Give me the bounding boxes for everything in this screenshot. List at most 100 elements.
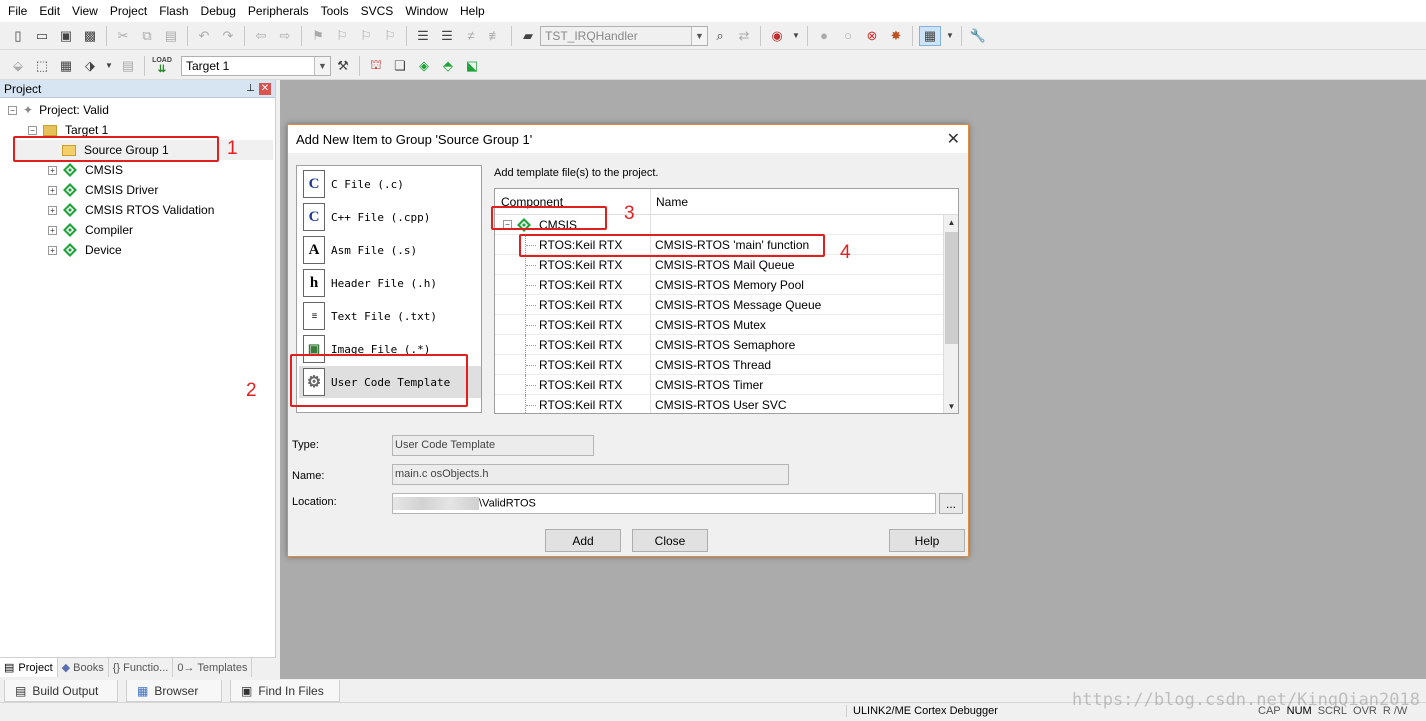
collapse-icon[interactable]: − bbox=[28, 125, 37, 135]
breakpoint-kill-all-icon[interactable]: ✸ bbox=[886, 26, 906, 46]
open-file-icon[interactable]: ▭ bbox=[32, 26, 52, 46]
rebuild-icon[interactable]: ▦ bbox=[56, 56, 76, 76]
menu-help[interactable]: Help bbox=[456, 0, 493, 22]
scroll-thumb[interactable] bbox=[945, 232, 958, 344]
add-button[interactable]: Add bbox=[545, 529, 621, 552]
menu-tools[interactable]: Tools bbox=[317, 0, 357, 22]
tab-project[interactable]: ▤ Project bbox=[0, 658, 58, 677]
expand-icon[interactable]: + bbox=[48, 205, 57, 215]
pin-icon[interactable]: ⊥ bbox=[246, 83, 255, 94]
save-all-icon[interactable]: ▩ bbox=[80, 26, 100, 46]
breakpoint-insert-icon[interactable]: ● bbox=[814, 26, 834, 46]
close-icon[interactable]: ✕ bbox=[947, 129, 960, 149]
menu-window[interactable]: Window bbox=[401, 0, 456, 22]
bookmark-next-icon[interactable]: ⚐ bbox=[356, 26, 376, 46]
menu-flash[interactable]: Flash bbox=[155, 0, 196, 22]
chevron-down-icon[interactable]: ▼ bbox=[945, 26, 955, 46]
expand-icon[interactable]: + bbox=[48, 185, 57, 195]
manage-project-items-icon[interactable]: ⛫ bbox=[366, 56, 386, 76]
target-combo[interactable]: Target 1 ▼ bbox=[181, 55, 331, 76]
tree-component-device[interactable]: + Device bbox=[48, 240, 122, 260]
translate-icon[interactable]: ⬙ bbox=[8, 56, 28, 76]
file-type-text[interactable]: ≡ Text File (.txt) bbox=[303, 300, 475, 332]
menu-project[interactable]: Project bbox=[106, 0, 155, 22]
table-row[interactable]: RTOS:Keil RTX CMSIS-RTOS Mail Queue bbox=[495, 255, 943, 275]
file-type-asm[interactable]: A Asm File (.s) bbox=[303, 234, 475, 266]
indent-icon[interactable]: ☰ bbox=[413, 26, 433, 46]
pack-installer-icon[interactable]: ⬘ bbox=[438, 56, 458, 76]
replace-icon[interactable]: ⇄ bbox=[734, 26, 754, 46]
find-in-files-icon[interactable]: ▰ bbox=[518, 26, 538, 46]
file-type-c[interactable]: C C File (.c) bbox=[303, 168, 475, 200]
debug-session-icon[interactable]: ◉ bbox=[767, 26, 787, 46]
find-icon[interactable]: ⌕ bbox=[710, 26, 730, 46]
name-field[interactable]: main.c osObjects.h bbox=[392, 464, 789, 485]
tab-books[interactable]: ◆ Books bbox=[58, 658, 109, 677]
find-combo[interactable]: TST_IRQHandler ▼ bbox=[540, 25, 708, 46]
table-row[interactable]: RTOS:Keil RTX CMSIS-RTOS User SVC bbox=[495, 395, 943, 413]
close-icon[interactable]: ✕ bbox=[259, 82, 271, 95]
collapse-icon[interactable]: − bbox=[8, 105, 17, 115]
redo-icon[interactable]: ↷ bbox=[218, 26, 238, 46]
tree-project-root[interactable]: − ✦ Project: Valid bbox=[8, 100, 109, 120]
navigate-back-icon[interactable]: ⇦ bbox=[251, 26, 271, 46]
scroll-up-icon[interactable]: ▲ bbox=[944, 215, 958, 230]
file-type-header[interactable]: h Header File (.h) bbox=[303, 267, 475, 299]
tab-browser[interactable]: ▦ Browser bbox=[126, 680, 222, 702]
build-icon[interactable]: ⬚ bbox=[32, 56, 52, 76]
bookmark-icon[interactable]: ⚑ bbox=[308, 26, 328, 46]
column-name[interactable]: Name bbox=[656, 195, 688, 209]
select-packs-icon[interactable]: ❏ bbox=[390, 56, 410, 76]
navigate-forward-icon[interactable]: ⇨ bbox=[275, 26, 295, 46]
location-field[interactable]: \ValidRTOS bbox=[392, 493, 936, 514]
chevron-down-icon[interactable]: ▼ bbox=[691, 26, 707, 45]
breakpoint-disable-icon[interactable]: ○ bbox=[838, 26, 858, 46]
uncomment-icon[interactable]: ≢ bbox=[485, 26, 505, 46]
table-row[interactable]: RTOS:Keil RTX CMSIS-RTOS Memory Pool bbox=[495, 275, 943, 295]
expand-icon[interactable]: + bbox=[48, 225, 57, 235]
undo-icon[interactable]: ↶ bbox=[194, 26, 214, 46]
table-row[interactable]: RTOS:Keil RTX CMSIS-RTOS Semaphore bbox=[495, 335, 943, 355]
tree-component-cmsis-driver[interactable]: + CMSIS Driver bbox=[48, 180, 158, 200]
cut-icon[interactable]: ✂ bbox=[113, 26, 133, 46]
new-file-icon[interactable]: ▯ bbox=[8, 26, 28, 46]
target-options-icon[interactable]: ⚒ bbox=[333, 56, 353, 76]
tab-functions[interactable]: {} Functio... bbox=[109, 658, 174, 677]
chevron-down-icon[interactable]: ▼ bbox=[104, 56, 114, 76]
close-button[interactable]: Close bbox=[632, 529, 708, 552]
menu-svcs[interactable]: SVCS bbox=[357, 0, 402, 22]
menu-edit[interactable]: Edit bbox=[35, 0, 68, 22]
breakpoint-disable-all-icon[interactable]: ⊗ bbox=[862, 26, 882, 46]
grid-scrollbar[interactable]: ▲ ▼ bbox=[943, 215, 958, 413]
comment-icon[interactable]: ≠ bbox=[461, 26, 481, 46]
software-packs-icon[interactable]: ⬕ bbox=[462, 56, 482, 76]
table-row[interactable]: RTOS:Keil RTX CMSIS-RTOS Mutex bbox=[495, 315, 943, 335]
scroll-down-icon[interactable]: ▼ bbox=[944, 399, 958, 413]
browse-button[interactable]: ... bbox=[939, 493, 963, 514]
expand-icon[interactable]: + bbox=[48, 245, 57, 255]
batch-build-icon[interactable]: ⬗ bbox=[80, 56, 100, 76]
save-icon[interactable]: ▣ bbox=[56, 26, 76, 46]
bookmark-clear-icon[interactable]: ⚐ bbox=[380, 26, 400, 46]
tree-component-cmsis-rtos-validation[interactable]: + CMSIS RTOS Validation bbox=[48, 200, 214, 220]
window-layout-icon[interactable]: ▦ bbox=[919, 25, 941, 46]
unindent-icon[interactable]: ☰ bbox=[437, 26, 457, 46]
chevron-down-icon[interactable]: ▼ bbox=[791, 26, 801, 46]
chevron-down-icon[interactable]: ▼ bbox=[314, 56, 330, 75]
bookmark-prev-icon[interactable]: ⚐ bbox=[332, 26, 352, 46]
tab-build-output[interactable]: ▤ Build Output bbox=[4, 680, 118, 702]
configure-wrench-icon[interactable]: 🔧 bbox=[968, 26, 988, 46]
menu-view[interactable]: View bbox=[68, 0, 106, 22]
menu-debug[interactable]: Debug bbox=[197, 0, 244, 22]
tab-find-in-files[interactable]: ▣ Find In Files bbox=[230, 680, 340, 702]
tree-component-cmsis[interactable]: + CMSIS bbox=[48, 160, 123, 180]
manage-run-time-environment-icon[interactable]: ◈ bbox=[414, 56, 434, 76]
download-icon[interactable]: LOAD ⇊ bbox=[151, 56, 173, 76]
table-row[interactable]: RTOS:Keil RTX CMSIS-RTOS Message Queue bbox=[495, 295, 943, 315]
expand-icon[interactable]: + bbox=[48, 165, 57, 175]
table-row[interactable]: RTOS:Keil RTX CMSIS-RTOS Thread bbox=[495, 355, 943, 375]
paste-icon[interactable]: ▤ bbox=[161, 26, 181, 46]
copy-icon[interactable]: ⧉ bbox=[137, 26, 157, 46]
menu-peripherals[interactable]: Peripherals bbox=[244, 0, 317, 22]
file-type-cpp[interactable]: C C++ File (.cpp) bbox=[303, 201, 475, 233]
